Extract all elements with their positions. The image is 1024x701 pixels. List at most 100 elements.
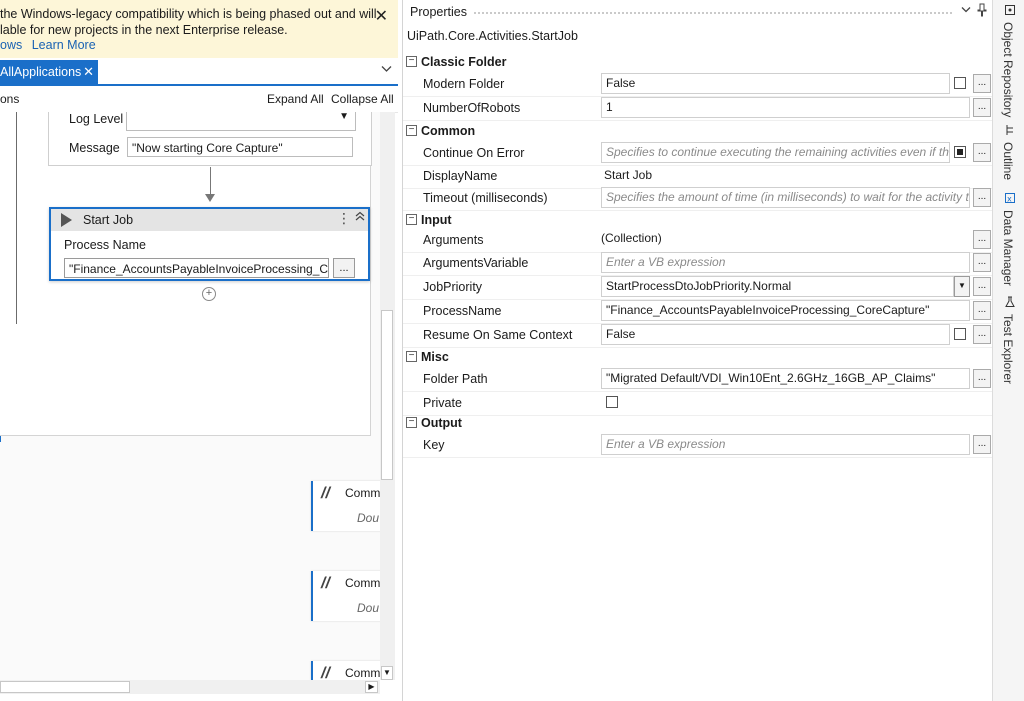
property-row-modern-folder: Modern Folder False ...: [403, 72, 993, 97]
properties-header: Properties: [403, 0, 993, 24]
property-row-process-name: ProcessName "Finance_AccountsPayableInvo…: [403, 299, 993, 324]
close-icon[interactable]: ✕: [375, 6, 388, 26]
outline-icon: [1003, 124, 1017, 138]
modern-folder-field[interactable]: False: [601, 73, 950, 94]
modern-folder-browse-button[interactable]: ...: [973, 74, 991, 93]
scroll-down-icon[interactable]: ▼: [381, 666, 393, 680]
tab-object-repository[interactable]: Object Repository: [997, 4, 1021, 118]
comment-activity[interactable]: // Comm Dou: [311, 571, 380, 621]
tab-label: Data Manager: [1001, 210, 1015, 287]
job-priority-combobox[interactable]: StartProcessDtoJobPriority.Normal: [601, 276, 954, 297]
property-name: ProcessName: [423, 304, 502, 318]
process-name-field[interactable]: "Finance_AccountsPayableInvoiceProcessin…: [601, 300, 970, 321]
scroll-right-icon[interactable]: ▶: [365, 681, 378, 693]
process-name-input[interactable]: "Finance_AccountsPayableInvoiceProcessin…: [64, 258, 329, 278]
panel-drag-grip[interactable]: [473, 11, 953, 15]
property-row-job-priority: JobPriority StartProcessDtoJobPriority.N…: [403, 275, 993, 300]
continue-on-error-field[interactable]: Specifies to continue executing the rema…: [601, 142, 950, 163]
workflow-canvas[interactable]: Log Level ▼ Message "Now starting Core C…: [0, 112, 380, 680]
learn-more-link[interactable]: Learn More: [32, 38, 96, 52]
collapse-category-icon[interactable]: −: [406, 56, 417, 67]
job-priority-browse-button[interactable]: ...: [973, 277, 991, 296]
category-common[interactable]: − Common: [403, 120, 993, 142]
pin-icon[interactable]: [977, 3, 987, 20]
side-tool-strip: Object Repository Outline x Data Manager…: [992, 0, 1024, 701]
property-row-arguments: Arguments (Collection) ...: [403, 228, 993, 253]
timeout-browse-button[interactable]: ...: [973, 188, 991, 207]
property-name: NumberOfRobots: [423, 101, 521, 115]
tab-test-explorer[interactable]: Test Explorer: [997, 296, 1021, 384]
log-level-dropdown[interactable]: ▼: [126, 112, 356, 131]
property-name: Key: [423, 438, 445, 452]
dropdown-arrow-icon: ▼: [339, 112, 349, 122]
toolbar-left-label[interactable]: ons: [0, 92, 19, 106]
modern-folder-checkbox[interactable]: [954, 77, 966, 89]
collapse-activity-icon[interactable]: [355, 211, 365, 224]
horizontal-scrollbar[interactable]: ▶: [0, 680, 380, 694]
folder-path-browse-button[interactable]: ...: [973, 369, 991, 388]
category-misc[interactable]: − Misc: [403, 346, 993, 368]
scrollbar-thumb[interactable]: [381, 310, 393, 480]
close-tab-icon[interactable]: ✕: [83, 60, 94, 84]
property-row-resume-same-context: Resume On Same Context False ...: [403, 323, 993, 348]
category-label: Common: [421, 124, 476, 138]
resume-same-context-browse-button[interactable]: ...: [973, 325, 991, 344]
tab-data-manager[interactable]: x Data Manager: [997, 192, 1021, 287]
scrollbar-thumb[interactable]: [0, 681, 130, 693]
comment-title: Comm: [345, 666, 380, 680]
collapse-category-icon[interactable]: −: [406, 125, 417, 136]
continue-on-error-browse-button[interactable]: ...: [973, 143, 991, 162]
process-name-browse-button[interactable]: ...: [973, 301, 991, 320]
connector-arrow-icon: [205, 194, 215, 202]
key-field[interactable]: Enter a VB expression: [601, 434, 970, 455]
test-explorer-icon: [1003, 296, 1017, 310]
timeout-field[interactable]: Specifies the amount of time (in millise…: [601, 187, 970, 208]
banner-link-windows[interactable]: ows: [0, 38, 22, 52]
message-input[interactable]: "Now starting Core Capture": [127, 137, 353, 157]
process-name-browse-button[interactable]: ...: [333, 258, 355, 278]
continue-on-error-checkbox[interactable]: [954, 146, 966, 158]
key-browse-button[interactable]: ...: [973, 435, 991, 454]
add-activity-icon[interactable]: +: [202, 287, 216, 301]
arguments-browse-button[interactable]: ...: [973, 230, 991, 249]
log-message-activity[interactable]: Log Level ▼ Message "Now starting Core C…: [48, 112, 372, 166]
category-classic-folder[interactable]: − Classic Folder: [403, 51, 993, 73]
category-label: Classic Folder: [421, 55, 507, 69]
number-of-robots-field[interactable]: 1: [601, 97, 970, 118]
property-name: Arguments: [423, 233, 484, 247]
collapse-category-icon[interactable]: −: [406, 214, 417, 225]
arguments-variable-browse-button[interactable]: ...: [973, 253, 991, 272]
chevron-down-icon[interactable]: [961, 5, 971, 17]
property-name: Resume On Same Context: [423, 328, 573, 342]
category-output[interactable]: − Output: [403, 412, 993, 434]
dropdown-arrow-icon[interactable]: ▼: [954, 276, 970, 297]
comment-icon: //: [321, 575, 330, 592]
start-job-header[interactable]: Start Job ⋮: [51, 209, 368, 231]
collapse-all-button[interactable]: Collapse All: [331, 92, 394, 106]
private-checkbox[interactable]: [606, 396, 618, 408]
tab-outline[interactable]: Outline: [997, 124, 1021, 186]
number-of-robots-browse-button[interactable]: ...: [973, 98, 991, 117]
arguments-variable-field[interactable]: Enter a VB expression: [601, 252, 970, 273]
comment-activity[interactable]: // Comm: [311, 661, 380, 680]
arguments-field[interactable]: (Collection): [601, 231, 662, 245]
collapse-category-icon[interactable]: −: [406, 351, 417, 362]
comment-body: Dou: [357, 601, 380, 615]
comment-activity[interactable]: // Comm Dou: [311, 481, 380, 531]
collapse-category-icon[interactable]: −: [406, 417, 417, 428]
process-name-label: Process Name: [64, 238, 146, 252]
chevron-down-icon[interactable]: [381, 64, 392, 76]
resume-same-context-checkbox[interactable]: [954, 328, 966, 340]
folder-path-field[interactable]: "Migrated Default/VDI_Win10Ent_2.6GHz_16…: [601, 368, 970, 389]
expand-all-button[interactable]: Expand All: [267, 92, 324, 106]
designer-panel: the Windows-legacy compatibility which i…: [0, 0, 398, 701]
comment-icon: //: [321, 485, 330, 502]
display-name-field[interactable]: Start Job: [604, 168, 652, 182]
tab-label: Object Repository: [1001, 22, 1015, 118]
tab-allapplications[interactable]: AllApplications ✕: [0, 60, 98, 84]
resume-same-context-field[interactable]: False: [601, 324, 950, 345]
more-options-icon[interactable]: ⋮: [337, 210, 351, 227]
start-job-activity[interactable]: Start Job ⋮ Process Name "Finance_Accoun…: [49, 207, 370, 281]
vertical-scrollbar[interactable]: ▼: [380, 112, 395, 680]
document-tabstrip: AllApplications ✕: [0, 60, 398, 86]
